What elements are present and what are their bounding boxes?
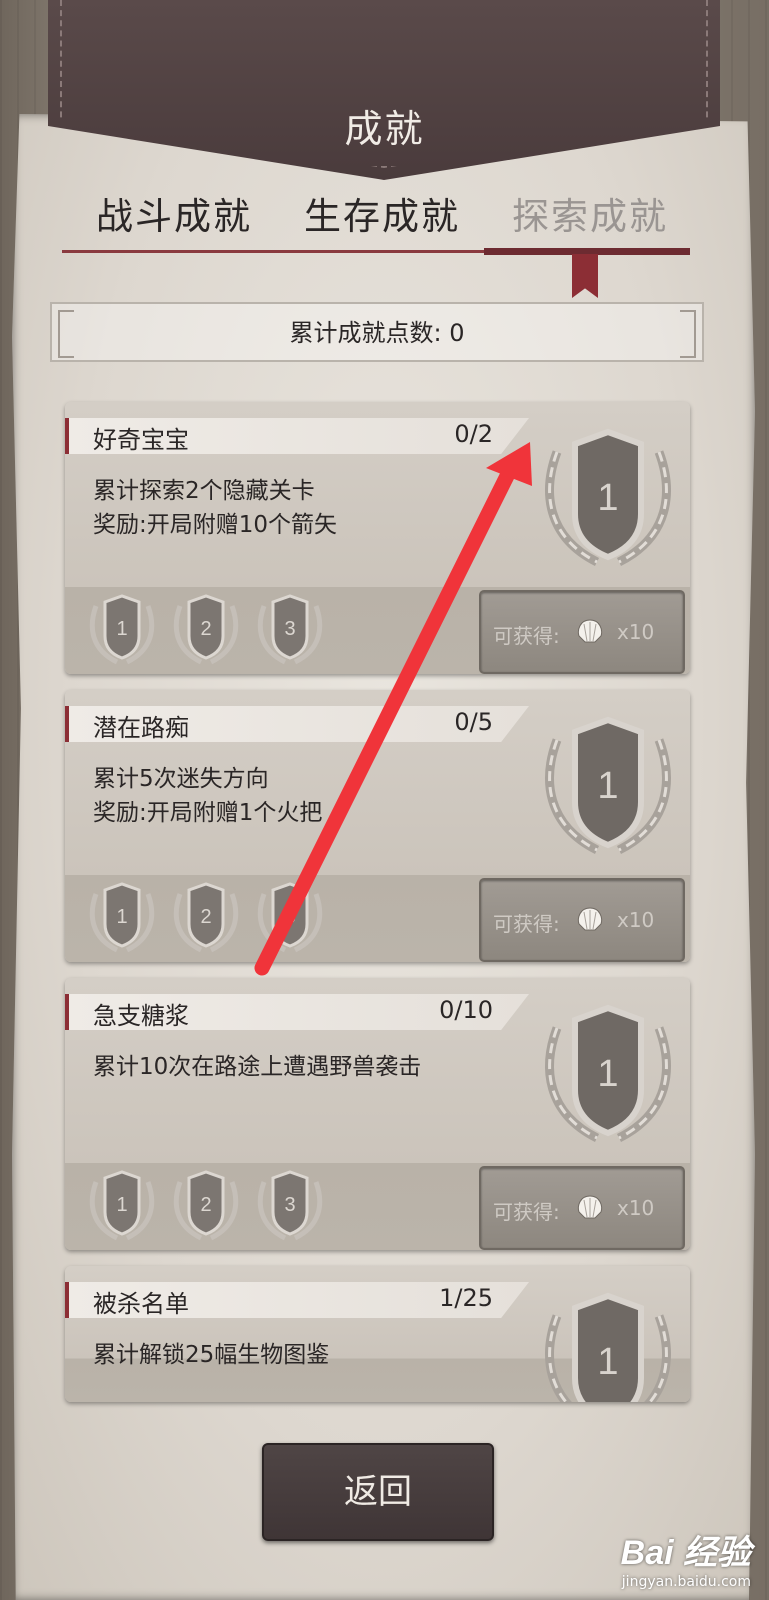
reward-label: 可获得: bbox=[493, 912, 560, 936]
achievement-progress: 0/2 bbox=[454, 420, 493, 448]
shell-icon bbox=[577, 619, 603, 643]
svg-text:3: 3 bbox=[284, 1194, 295, 1216]
claim-reward-button[interactable]: 可获得: x10 bbox=[479, 590, 685, 674]
medal-tier-1-icon: 1 bbox=[89, 594, 155, 665]
achievement-points-label: 累计成就点数: 0 bbox=[289, 319, 465, 347]
achievement-name: 潜在路痴 bbox=[93, 714, 189, 742]
achievement-card: 好奇宝宝 0/2 累计探索2个隐藏关卡 奖励:开局附赠10个箭矢 1 1 2 3… bbox=[65, 402, 690, 674]
medal-tier-2-icon: 2 bbox=[173, 594, 239, 665]
svg-text:2: 2 bbox=[200, 1194, 211, 1216]
achievement-card: 潜在路痴 0/5 累计5次迷失方向 奖励:开局附赠1个火把 1 1 2 3 可获… bbox=[65, 690, 690, 962]
tab-bar: 战斗成就 生存成就 探索成就 bbox=[62, 186, 690, 246]
claim-reward-button[interactable]: 可获得: x10 bbox=[479, 1166, 685, 1250]
svg-text:1: 1 bbox=[116, 1194, 127, 1216]
watermark-brand: Bai 经验 bbox=[620, 1534, 751, 1572]
description-line: 累计探索2个隐藏关卡 bbox=[93, 478, 315, 504]
svg-text:1: 1 bbox=[597, 765, 618, 807]
active-tab-underline bbox=[484, 248, 690, 255]
svg-text:1: 1 bbox=[597, 1341, 618, 1383]
description-line: 累计10次在路途上遭遇野兽袭击 bbox=[93, 1054, 422, 1080]
laurel-medal-icon: 1 bbox=[545, 428, 671, 567]
watermark-url: jingyan.baidu.com bbox=[621, 1574, 751, 1590]
tab-exploration[interactable]: 探索成就 bbox=[512, 186, 668, 240]
achievement-progress: 1/25 bbox=[439, 1284, 493, 1312]
description-line: 累计解锁25幅生物图鉴 bbox=[93, 1342, 330, 1368]
medal-tier-3-icon: 3 bbox=[257, 594, 323, 665]
svg-text:1: 1 bbox=[116, 618, 127, 640]
svg-text:2: 2 bbox=[200, 618, 211, 640]
description-line: 累计5次迷失方向 bbox=[93, 766, 269, 792]
medal-tier-1-icon: 1 bbox=[89, 882, 155, 953]
laurel-medal-icon: 1 bbox=[545, 716, 671, 855]
achievement-name: 被杀名单 bbox=[93, 1290, 189, 1318]
svg-text:1: 1 bbox=[116, 906, 127, 928]
medal-tier-3-icon: 3 bbox=[257, 882, 323, 953]
medal-tier-3-icon: 3 bbox=[257, 1170, 323, 1241]
achievement-progress: 0/5 bbox=[454, 708, 493, 736]
medal-tier-2-icon: 2 bbox=[173, 882, 239, 953]
tab-survival[interactable]: 生存成就 bbox=[304, 186, 460, 240]
claim-reward-button[interactable]: 可获得: x10 bbox=[479, 878, 685, 962]
ornament-left bbox=[58, 310, 74, 358]
reward-quantity: x10 bbox=[617, 1196, 655, 1220]
laurel-medal-icon: 1 bbox=[545, 1004, 671, 1143]
baidu-watermark: Bai 经验 jingyan.baidu.com bbox=[621, 1525, 751, 1590]
achievement-description: 累计10次在路途上遭遇野兽袭击 bbox=[93, 1050, 421, 1084]
svg-text:3: 3 bbox=[284, 618, 295, 640]
ornament-right bbox=[680, 310, 696, 358]
achievement-description: 累计探索2个隐藏关卡 奖励:开局附赠10个箭矢 bbox=[93, 474, 337, 542]
description-line: 奖励:开局附赠1个火把 bbox=[93, 800, 323, 826]
achievement-points-box: 累计成就点数: 0 bbox=[50, 302, 704, 362]
page-title: 成就 bbox=[344, 107, 425, 151]
achievement-name: 好奇宝宝 bbox=[93, 426, 189, 454]
description-line: 奖励:开局附赠10个箭矢 bbox=[93, 512, 338, 538]
back-button[interactable]: 返回 bbox=[262, 1443, 494, 1541]
big-medal-number: 1 bbox=[597, 477, 618, 519]
svg-text:3: 3 bbox=[284, 906, 295, 928]
laurel-medal-icon: 1 bbox=[545, 1292, 671, 1402]
shell-icon bbox=[577, 907, 603, 931]
achievement-name: 急支糖浆 bbox=[93, 1002, 189, 1030]
achievement-progress: 0/10 bbox=[439, 996, 493, 1024]
reward-quantity: x10 bbox=[617, 908, 655, 932]
reward-quantity: x10 bbox=[617, 620, 655, 644]
achievement-card: 急支糖浆 0/10 累计10次在路途上遭遇野兽袭击 1 1 2 3 可获得: x… bbox=[65, 978, 690, 1250]
achievement-description: 累计5次迷失方向 奖励:开局附赠1个火把 bbox=[93, 762, 322, 830]
medal-tier-2-icon: 2 bbox=[173, 1170, 239, 1241]
reward-label: 可获得: bbox=[493, 624, 560, 648]
reward-label: 可获得: bbox=[493, 1200, 560, 1224]
shell-icon bbox=[577, 1195, 603, 1219]
achievement-card: 被杀名单 1/25 累计解锁25幅生物图鉴 1 bbox=[65, 1266, 690, 1402]
tab-combat[interactable]: 战斗成就 bbox=[96, 186, 252, 240]
medal-tier-1-icon: 1 bbox=[89, 1170, 155, 1241]
svg-text:1: 1 bbox=[597, 1053, 618, 1095]
svg-text:2: 2 bbox=[200, 906, 211, 928]
achievement-description: 累计解锁25幅生物图鉴 bbox=[93, 1338, 329, 1372]
